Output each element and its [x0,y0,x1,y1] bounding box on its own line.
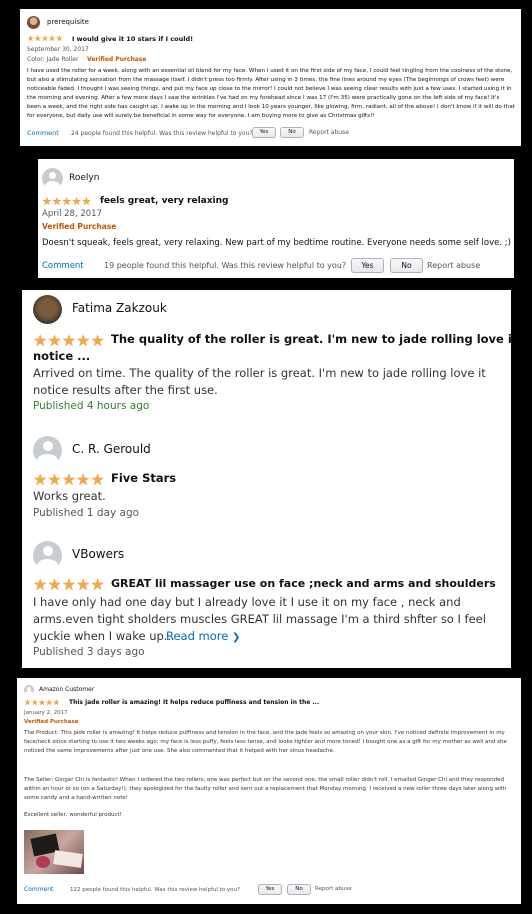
rating-stars: ★★★★★ [27,34,63,43]
author-name[interactable]: VBowers [72,547,124,561]
review-title[interactable]: The quality of the roller is great. I'm … [111,332,511,346]
review-body: I have used the roller for a week, along… [27,68,515,119]
review-body: Works great. [33,489,106,503]
verified-badge: Verified Purchase [42,222,117,231]
review-title[interactable]: I would give it 10 stars if I could! [72,35,193,43]
review-body-line: Arrived on time. The quality of the roll… [33,366,486,380]
rating-stars: ★★★★★ [33,470,105,489]
comment-link[interactable]: Comment [24,886,53,893]
report-abuse-link[interactable]: Report abuse [427,261,480,270]
review-photo[interactable] [24,830,84,874]
review-paragraph: The Seller: Ginger Chi is fantastic! Whe… [24,777,507,801]
review-title[interactable]: GREAT lil massager use on face ;neck and… [111,577,496,590]
avatar[interactable] [27,16,40,29]
review-card-4: Amazon Customer ★★★★★ This jade roller i… [17,678,521,904]
review-closing: Excellent seller, wonderful product! [24,812,122,818]
no-button[interactable]: No [280,127,304,138]
helpful-text: 24 people found this helpful. Was this r… [71,130,253,137]
avatar[interactable] [33,541,62,570]
no-button[interactable]: No [287,884,311,895]
published-date: Published 4 hours ago [33,400,150,412]
yes-button[interactable]: Yes [252,127,276,138]
review-title[interactable]: This jade roller is amazing! It helps re… [69,699,319,706]
rating-stars: ★★★★★ [42,195,92,208]
variant-label[interactable]: Color: Jade Roller [27,56,78,63]
report-abuse-link[interactable]: Report abuse [309,129,349,136]
author-name[interactable]: prerequisite [47,18,89,26]
author-name[interactable]: Fatima Zakzouk [72,301,167,315]
review-title-continued[interactable]: notice ... [33,349,90,363]
review-date: September 30, 2017 [27,46,89,53]
review-body-line: notice results after the first use. [33,383,218,397]
review-date: April 28, 2017 [42,209,102,219]
rating-stars: ★★★★★ [33,331,105,350]
review-card-2: Roelyn ★★★★★ feels great, very relaxing … [38,159,514,278]
review-body-line: yuckie when I wake up... [33,629,175,643]
rating-stars: ★★★★★ [24,698,60,707]
no-button[interactable]: No [390,258,423,273]
review-title[interactable]: Five Stars [111,471,176,485]
helpful-text: 19 people found this helpful. Was this r… [104,261,347,270]
avatar[interactable] [24,685,34,695]
published-date: Published 1 day ago [33,507,140,519]
yes-button[interactable]: Yes [258,884,282,895]
read-more-link[interactable]: Read more ❯ [166,629,240,643]
review-body: Doesn't squeak, feels great, very relaxi… [42,238,511,248]
avatar[interactable] [33,436,62,465]
review-body-line: arms.even tight sholders muscles GREAT l… [33,612,486,626]
avatar[interactable] [42,168,63,189]
review-card-1: prerequisite ★★★★★ I would give it 10 st… [20,9,521,146]
comment-link[interactable]: Comment [42,261,84,271]
comment-link[interactable]: Comment [27,129,59,137]
author-name[interactable]: Roelyn [69,173,99,183]
review-card-3: Fatima Zakzouk ★★★★★ The quality of the … [22,290,511,668]
review-title[interactable]: feels great, very relaxing [100,196,228,206]
yes-button[interactable]: Yes [351,258,384,273]
chevron-right-icon: ❯ [232,632,241,643]
read-more-label: Read more [166,629,229,643]
review-paragraph: The Product: This jade roller is amazing… [24,730,507,754]
author-name[interactable]: C. R. Gerould [72,442,151,456]
helpful-text: 122 people found this helpful. Was this … [70,887,240,893]
published-date: Published 3 days ago [33,646,145,658]
report-abuse-link[interactable]: Report abuse [315,886,352,892]
rating-stars: ★★★★★ [33,575,105,594]
verified-badge: Verified Purchase [87,56,147,63]
avatar[interactable] [33,295,62,324]
review-date: January 2, 2017 [24,710,68,716]
review-body-line: I have only had one day but I already lo… [33,595,461,609]
verified-badge: Verified Purchase [24,719,79,725]
author-name[interactable]: Amazon Customer [39,686,94,693]
